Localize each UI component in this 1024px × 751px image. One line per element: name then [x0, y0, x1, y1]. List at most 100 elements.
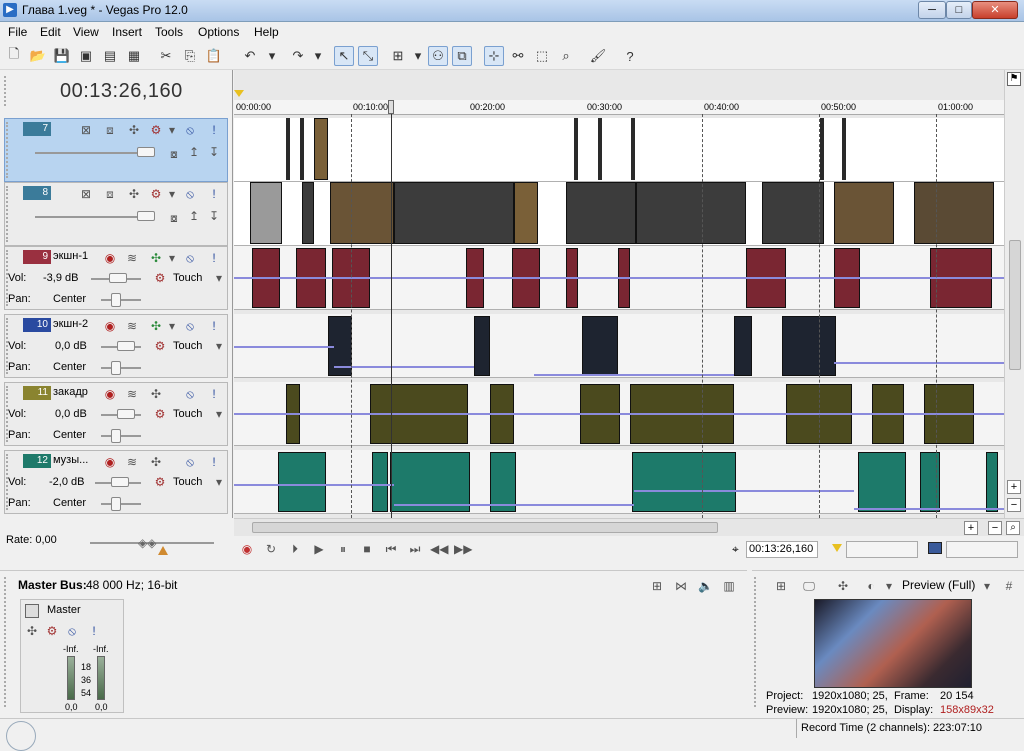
automation-mode[interactable]: Touch	[173, 340, 202, 352]
video-clip[interactable]	[820, 118, 824, 180]
stop-icon[interactable]: ■	[358, 542, 376, 558]
video-clip[interactable]	[302, 182, 314, 244]
video-clip[interactable]	[514, 182, 538, 244]
undo-icon[interactable]: ↶	[240, 46, 260, 66]
fx-dropdown-icon[interactable]: ▾	[165, 319, 179, 333]
volume-envelope[interactable]	[234, 484, 394, 486]
next-frame-icon[interactable]: ▶▶	[454, 542, 472, 558]
track-name[interactable]: экшн-1	[53, 250, 88, 262]
audio-clip[interactable]	[858, 452, 906, 512]
lane-track-11[interactable]	[234, 382, 1004, 446]
track-header-12[interactable]: 12 музы... ◉ ≋ ✣ ⦸ ! Vol: -2,0 dB ⚙ Touc…	[4, 450, 228, 514]
child-track-icon[interactable]: ↧	[207, 145, 221, 159]
level-slider[interactable]	[35, 216, 153, 218]
solo-icon[interactable]: !	[207, 455, 221, 469]
level-slider-knob[interactable]	[137, 211, 155, 221]
pan-slider-knob[interactable]	[111, 497, 121, 511]
automation-gear-icon[interactable]: ⚙	[153, 339, 167, 353]
selection-tool-icon[interactable]: ⬚	[532, 46, 552, 66]
compositing-mode-icon[interactable]: ⧇	[167, 147, 181, 161]
audio-clip[interactable]	[920, 452, 940, 512]
bypass-fx-icon[interactable]: ✣	[127, 187, 141, 201]
track-fx-icon[interactable]: ✣	[149, 319, 163, 333]
parent-track-icon[interactable]: ↥	[187, 209, 201, 223]
video-clip[interactable]	[566, 182, 636, 244]
zoom-out-time-icon[interactable]: −	[988, 521, 1002, 535]
open-folder-icon[interactable]: 📂	[28, 46, 48, 66]
quality-dropdown-icon[interactable]: ▾	[980, 579, 994, 593]
mixer-view-icon[interactable]: ▥	[722, 579, 736, 593]
copy-icon[interactable]: ⎘	[180, 46, 200, 66]
record-icon[interactable]: ◉	[238, 542, 256, 558]
auto-crossfade-icon[interactable]: ⧉	[452, 46, 472, 66]
edit-tool-icon[interactable]: 🖌	[588, 46, 608, 66]
pause-icon[interactable]: ⏸	[334, 542, 352, 558]
menu-insert[interactable]: Insert	[112, 25, 142, 39]
preview-properties-icon[interactable]: ⊞	[774, 579, 788, 593]
menu-file[interactable]: File	[8, 25, 27, 39]
grouping-icon[interactable]: ⚯	[508, 46, 528, 66]
mute-icon[interactable]: ⦸	[183, 455, 197, 469]
video-clip[interactable]	[914, 182, 994, 244]
lock-envelopes-icon[interactable]: ⚇	[428, 46, 448, 66]
zoom-tool-icon[interactable]: ⌕	[1006, 521, 1020, 535]
video-clip[interactable]	[631, 118, 635, 180]
loop-region-marker[interactable]	[234, 90, 244, 97]
track-fx-icon[interactable]: ⚙	[149, 123, 163, 137]
lane-track-8[interactable]	[234, 182, 1004, 246]
track-fx-icon[interactable]: ✣	[149, 251, 163, 265]
external-monitor-icon[interactable]: 🖵	[802, 579, 816, 593]
mute-icon[interactable]: ⦸	[183, 187, 197, 201]
volume-envelope[interactable]	[534, 374, 734, 376]
whats-this-help-icon[interactable]: ?	[620, 46, 640, 66]
volume-envelope[interactable]	[394, 504, 634, 506]
audio-clip[interactable]	[372, 452, 388, 512]
motion-icon[interactable]: ⊠	[79, 123, 93, 137]
mute-icon[interactable]: ⦸	[65, 624, 79, 638]
audio-clip[interactable]	[632, 452, 736, 512]
play-from-start-icon[interactable]: ⏵	[286, 542, 304, 558]
compositing-icon[interactable]: ⧈	[103, 123, 117, 137]
vol-slider-knob[interactable]	[109, 273, 127, 283]
track-fx-icon[interactable]: ✣	[149, 455, 163, 469]
zoom-in-time-icon[interactable]: +	[964, 521, 978, 535]
zoom-out-vertical-icon[interactable]: −	[1007, 498, 1021, 512]
mute-icon[interactable]: ⦸	[183, 387, 197, 401]
timeline-area[interactable]: 00:00:00 00:10:00 00:20:00 00:30:00 00:4…	[234, 70, 1004, 518]
render-icon[interactable]: ▤	[100, 46, 120, 66]
arm-record-icon[interactable]: ◉	[103, 251, 117, 265]
zoom-tool-icon[interactable]: ⌕	[556, 46, 576, 66]
arm-record-icon[interactable]: ◉	[103, 455, 117, 469]
video-clip[interactable]	[286, 118, 290, 180]
save-as-icon[interactable]: ▣	[76, 46, 96, 66]
lane-track-10[interactable]	[234, 314, 1004, 378]
minimize-button[interactable]: ─	[918, 1, 946, 19]
vol-slider-knob[interactable]	[111, 477, 129, 487]
audio-clip[interactable]	[474, 316, 490, 376]
selection-length-field[interactable]	[946, 541, 1018, 558]
mute-icon[interactable]: ⦸	[183, 123, 197, 137]
master-fx-icon[interactable]: ⚙	[45, 624, 59, 638]
rate-slider-handle[interactable]: ◈◈	[138, 536, 156, 550]
track-header-11[interactable]: 11 закадр ◉ ≋ ✣ ⦸ ! Vol: 0,0 dB ⚙ Touch …	[4, 382, 228, 446]
pan-slider[interactable]	[101, 299, 141, 301]
downmix-icon[interactable]: ⋈	[674, 579, 688, 593]
automation-dropdown-icon[interactable]: ▾	[212, 271, 226, 285]
cursor-position-field[interactable]: 00:13:26,160	[746, 541, 818, 558]
bypass-fx-icon[interactable]: ✣	[25, 624, 39, 638]
redo-dropdown-icon[interactable]: ▾	[308, 46, 328, 66]
video-fx-icon[interactable]: ✣	[836, 579, 850, 593]
video-clip[interactable]	[598, 118, 602, 180]
snapping-icon[interactable]: ⊹	[484, 46, 504, 66]
audio-clip[interactable]	[390, 452, 470, 512]
overlays-grid-icon[interactable]: #	[1002, 579, 1016, 593]
solo-icon[interactable]: !	[207, 123, 221, 137]
invert-phase-icon[interactable]: ≋	[125, 319, 139, 333]
automation-gear-icon[interactable]: ⚙	[153, 271, 167, 285]
video-clip[interactable]	[762, 182, 824, 244]
go-to-start-icon[interactable]: ⏮	[382, 542, 400, 558]
menu-help[interactable]: Help	[254, 25, 279, 39]
menu-edit[interactable]: Edit	[40, 25, 61, 39]
auto-ripple-icon[interactable]: ⊞	[388, 46, 408, 66]
invert-phase-icon[interactable]: ≋	[125, 251, 139, 265]
